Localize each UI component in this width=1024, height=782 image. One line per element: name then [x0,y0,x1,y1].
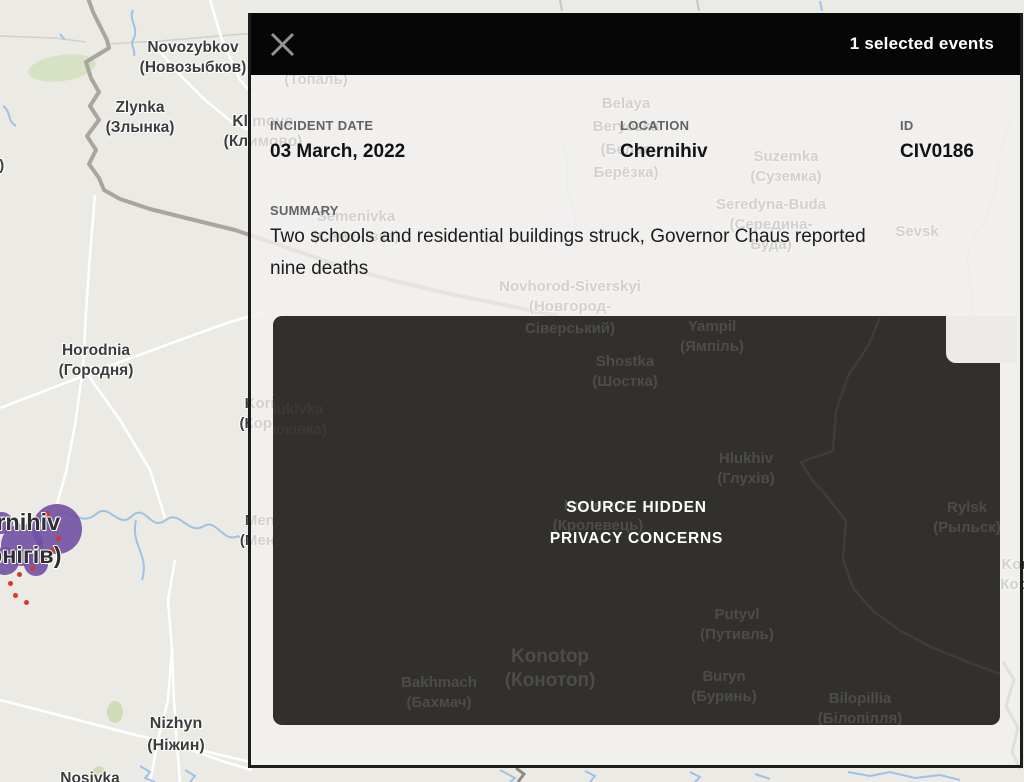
forest-patch [107,701,123,723]
selected-events-count: 1 selected events [850,34,994,54]
app-screen: Novozybkov (Новозыбков) Zlynka (Злынка) … [0,0,1024,782]
source-hidden-line2: PRIVACY CONCERNS [273,523,1000,554]
summary-value: Two schools and residential buildings st… [270,221,990,285]
incident-date-label: INCIDENT DATE [270,118,373,133]
event-detail-modal: 1 selected events INCIDENT DATE 03 March… [248,13,1023,768]
modal-body: INCIDENT DATE 03 March, 2022 LOCATION Ch… [251,75,1020,765]
source-hidden-message: SOURCE HIDDEN PRIVACY CONCERNS [273,492,1000,554]
media-panel-notch [946,316,1017,363]
event-dot [50,548,55,553]
event-dot [54,523,59,528]
id-label: ID [900,118,914,133]
event-dot [30,566,35,571]
cluster-circle [24,552,48,576]
location-value: Chernihiv [620,141,708,163]
event-dot [17,572,22,577]
source-hidden-line1: SOURCE HIDDEN [273,492,1000,523]
close-icon [269,31,296,58]
incident-date-value: 03 March, 2022 [270,141,405,163]
modal-header: 1 selected events [251,13,1020,75]
location-label: LOCATION [620,118,689,133]
forest-patch [92,766,106,782]
summary-label: SUMMARY [270,203,339,218]
id-value: CIV0186 [900,141,974,163]
event-dot [24,600,29,605]
event-dot [13,593,18,598]
event-dot [45,511,50,516]
event-dot [56,536,61,541]
close-button[interactable] [267,29,297,59]
event-dot [41,558,46,563]
media-source-hidden-panel: Сіверський) Yampil (Ямпіль) Shostka (Шос… [273,316,1000,725]
event-dot [8,581,13,586]
